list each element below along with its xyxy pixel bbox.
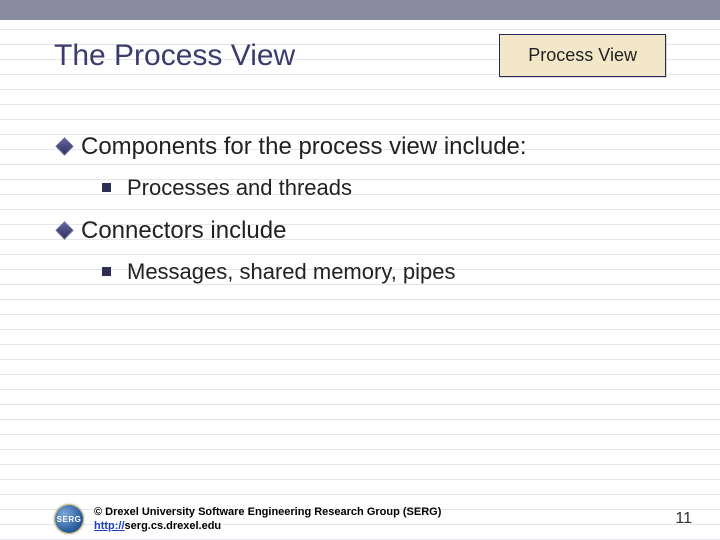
sub-bullet-text: Processes and threads [127,175,352,200]
topic-badge: Process View [499,34,666,77]
bullet-list: Components for the process view include:… [54,133,684,285]
copyright-block: © Drexel University Software Engineering… [94,505,441,534]
list-item: Processes and threads [102,175,684,201]
list-item: Messages, shared memory, pipes [102,259,684,285]
square-icon [102,183,111,192]
header-row: The Process View Process View [54,34,684,77]
footer-link-rest: serg.cs.drexel.edu [125,520,222,532]
page-number: 11 [675,510,700,528]
footer-link-line: http://serg.cs.drexel.edu [94,519,441,533]
footer: SERG © Drexel University Software Engine… [54,504,700,534]
sub-list: Messages, shared memory, pipes [102,259,684,285]
slide-content: The Process View Process View Components… [0,0,720,285]
sub-bullet-text: Messages, shared memory, pipes [127,259,456,284]
footer-link[interactable]: http:// [94,520,125,532]
page-title: The Process View [54,39,295,73]
bullet-text: Components for the process view include: [81,133,527,160]
serg-logo: SERG [54,504,84,534]
square-icon [102,267,111,276]
list-item: Components for the process view include:… [54,133,684,201]
logo-text: SERG [57,515,82,524]
diamond-icon [55,221,73,239]
bullet-text: Connectors include [81,217,286,244]
list-item: Connectors include Messages, shared memo… [54,217,684,285]
copyright-text: © Drexel University Software Engineering… [94,505,441,519]
sub-list: Processes and threads [102,175,684,201]
diamond-icon [55,137,73,155]
